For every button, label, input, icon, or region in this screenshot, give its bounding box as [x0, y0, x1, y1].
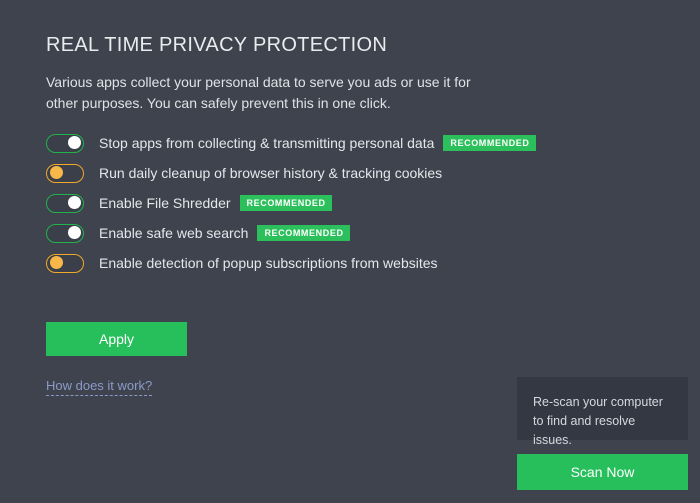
recommended-badge: RECOMMENDED — [257, 225, 350, 241]
privacy-protection-panel: { "header": { "title": "REAL TIME PRIVAC… — [0, 0, 700, 503]
privacy-option-row: Enable detection of popup subscriptions … — [46, 253, 646, 273]
recommended-badge: RECOMMENDED — [443, 135, 536, 151]
toggle-switch[interactable] — [46, 223, 84, 243]
privacy-option-label: Stop apps from collecting & transmitting… — [99, 134, 435, 151]
recommended-badge: RECOMMENDED — [239, 195, 332, 211]
toggle-knob-icon — [67, 196, 81, 209]
privacy-option-label: Enable detection of popup subscriptions … — [99, 254, 438, 271]
privacy-option-row: Enable File Shredder RECOMMENDED — [46, 193, 646, 213]
privacy-option-label: Enable safe web search — [99, 224, 249, 241]
toggle-switch[interactable] — [46, 133, 84, 153]
toggle-knob-icon — [49, 166, 63, 179]
scan-tooltip: Re-scan your computer to find and resolv… — [517, 377, 688, 447]
privacy-option-row: Run daily cleanup of browser history & t… — [46, 163, 646, 183]
toggle-switch[interactable] — [46, 253, 84, 273]
scan-tooltip-text: Re-scan your computer to find and resolv… — [533, 395, 663, 447]
privacy-options-list: Stop apps from collecting & transmitting… — [46, 133, 646, 273]
toggle-switch[interactable] — [46, 163, 84, 183]
page-title: REAL TIME PRIVACY PROTECTION — [46, 34, 388, 57]
page-description: Various apps collect your personal data … — [46, 74, 471, 111]
privacy-option-label: Run daily cleanup of browser history & t… — [99, 164, 443, 181]
privacy-option-row: Stop apps from collecting & transmitting… — [46, 133, 646, 153]
toggle-knob-icon — [67, 136, 81, 149]
privacy-option-row: Enable safe web search RECOMMENDED — [46, 223, 646, 243]
toggle-knob-icon — [67, 226, 81, 239]
scan-now-button[interactable]: Scan Now — [517, 454, 688, 490]
how-does-it-work-link[interactable]: How does it work? — [46, 377, 153, 396]
apply-button[interactable]: Apply — [46, 322, 187, 356]
privacy-option-label: Enable File Shredder — [99, 194, 231, 211]
toggle-switch[interactable] — [46, 193, 84, 213]
toggle-knob-icon — [49, 256, 63, 269]
